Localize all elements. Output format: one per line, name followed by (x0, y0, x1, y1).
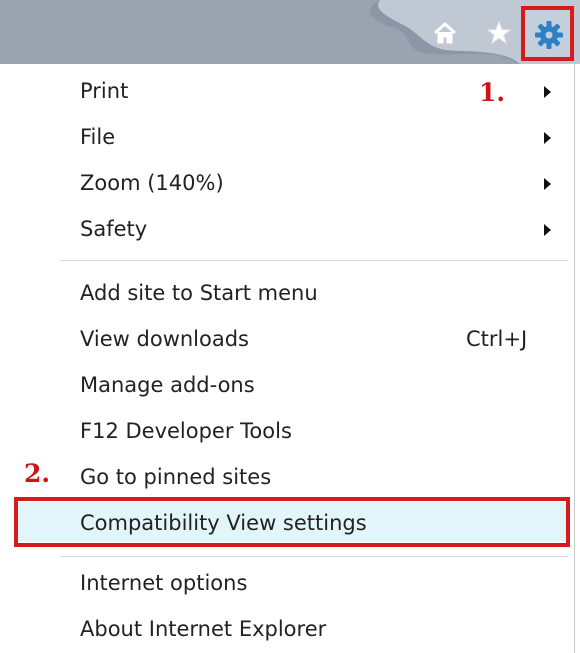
menu-item-about-internet-explorer[interactable]: About Internet Explorer (60, 606, 560, 652)
menu-item-file[interactable]: File (60, 114, 560, 160)
submenu-arrow-icon (544, 86, 551, 98)
menu-item-label: Add site to Start menu (80, 281, 318, 305)
menu-item-label: Manage add-ons (80, 373, 255, 397)
favorites-star-icon[interactable] (486, 20, 512, 46)
menu-item-manage-add-ons[interactable]: Manage add-ons (60, 362, 560, 408)
menu-separator (60, 260, 568, 261)
menu-item-label: Zoom (140%) (80, 171, 224, 195)
step-2-annotation: 2. (24, 459, 51, 488)
menu-item-add-site-to-start[interactable]: Add site to Start menu (60, 270, 560, 316)
compatibility-highlight-box (14, 497, 570, 547)
menu-item-label: About Internet Explorer (80, 617, 327, 641)
submenu-arrow-icon (544, 224, 551, 236)
menu-item-shortcut: Ctrl+J (466, 327, 528, 351)
menu-item-safety[interactable]: Safety (60, 206, 560, 252)
menu-item-f12-developer-tools[interactable]: F12 Developer Tools (60, 408, 560, 454)
menu-item-label: Internet options (80, 571, 248, 595)
home-icon[interactable] (432, 20, 458, 46)
submenu-arrow-icon (544, 178, 551, 190)
menu-item-go-to-pinned-sites[interactable]: Go to pinned sites (60, 454, 560, 500)
menu-item-label: View downloads (80, 327, 249, 351)
menu-separator (60, 556, 568, 557)
menu-item-view-downloads[interactable]: View downloads Ctrl+J (60, 316, 560, 362)
menu-item-internet-options[interactable]: Internet options (60, 560, 560, 606)
step-1-annotation: 1. (479, 78, 506, 107)
menu-item-zoom[interactable]: Zoom (140%) (60, 160, 560, 206)
command-bar (0, 0, 580, 64)
submenu-arrow-icon (544, 132, 551, 144)
menu-item-label: Print (80, 79, 129, 103)
tools-menu: Print File Zoom (140%) Safety Add site t… (0, 64, 575, 653)
menu-item-label: F12 Developer Tools (80, 419, 292, 443)
gear-highlight-box (521, 6, 574, 61)
menu-item-label: Safety (80, 217, 148, 241)
menu-item-label: File (80, 125, 116, 149)
menu-item-label: Go to pinned sites (80, 465, 272, 489)
